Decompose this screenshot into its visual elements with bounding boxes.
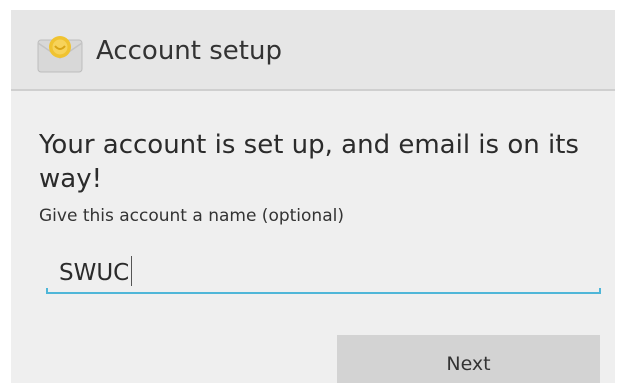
account-name-field[interactable]: SWUC <box>46 252 601 296</box>
account-name-label: Give this account a name (optional) <box>39 206 344 226</box>
account-setup-screen: Account setup Your account is set up, an… <box>11 10 615 383</box>
next-button[interactable]: Next <box>337 335 600 383</box>
field-underline <box>46 288 601 294</box>
setup-complete-message: Your account is set up, and email is on … <box>39 130 579 194</box>
text-caret <box>131 256 133 286</box>
action-bar: Account setup <box>11 10 615 91</box>
email-envelope-icon <box>36 32 86 76</box>
account-name-input-wrapper[interactable]: SWUC <box>59 256 133 289</box>
account-name-value: SWUC <box>59 260 130 286</box>
page-title: Account setup <box>96 36 282 66</box>
